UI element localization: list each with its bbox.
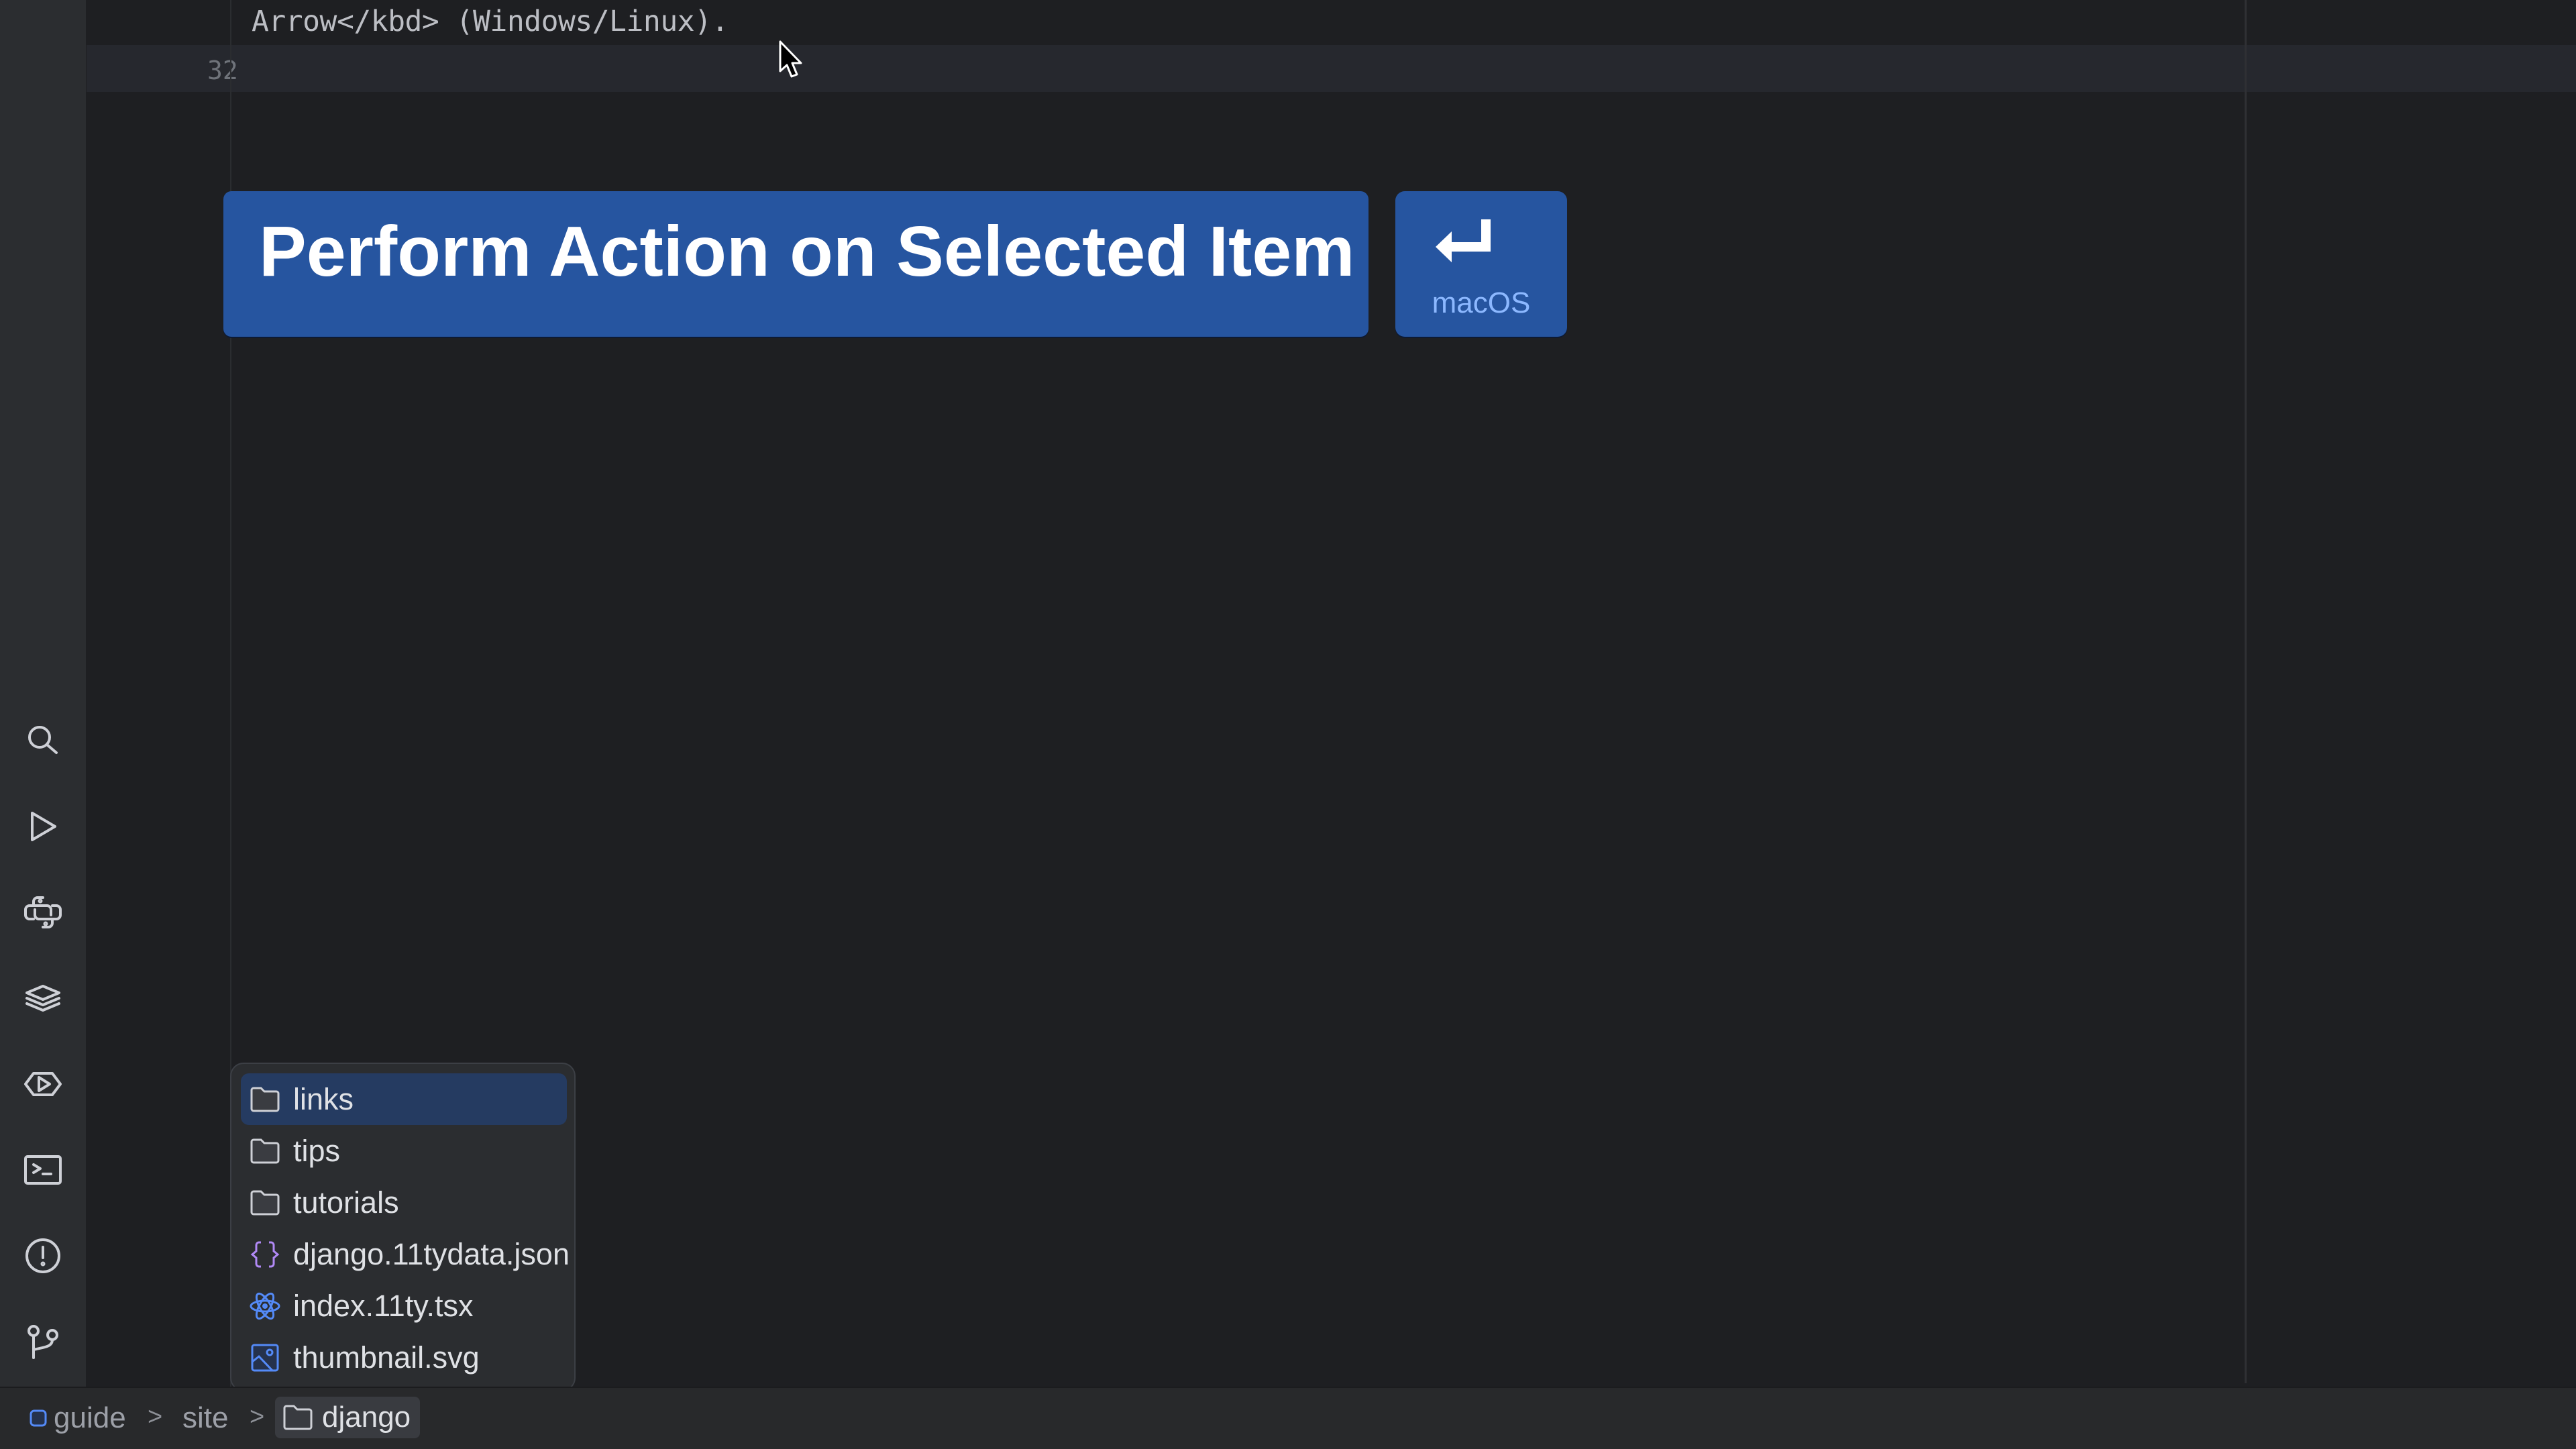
line-number: 32 (207, 56, 238, 85)
breadcrumb-label: django (322, 1401, 411, 1434)
breadcrumb-separator: > (148, 1403, 163, 1431)
code-text: Arrow</kbd> (Windows/Linux). (252, 5, 729, 38)
key-platform-label: macOS (1432, 286, 1531, 319)
return-key-icon (1436, 219, 1491, 262)
shortcut-key-cap: macOS (1395, 191, 1567, 337)
breadcrumb-label: guide (54, 1401, 126, 1434)
breadcrumb-file-popup: links tips tutorials django.11tydata.jso… (230, 1063, 576, 1391)
popup-item-label: tips (293, 1133, 341, 1168)
action-banner: Perform Action on Selected Item (223, 191, 1368, 337)
services-icon[interactable] (24, 1065, 62, 1103)
popup-item-label: thumbnail.svg (293, 1340, 480, 1375)
current-code-line[interactable]: 32 (87, 45, 2576, 92)
folder-icon (249, 1135, 281, 1167)
popup-item-tsx[interactable]: index.11ty.tsx (241, 1280, 567, 1332)
folder-icon (249, 1083, 281, 1116)
terminal-icon[interactable] (24, 1151, 62, 1189)
tool-window-sidebar (0, 0, 87, 1387)
python-console-icon[interactable] (24, 894, 62, 931)
right-margin-guide (2245, 0, 2247, 1383)
image-icon (249, 1342, 281, 1374)
action-title: Perform Action on Selected Item (259, 212, 1355, 291)
breadcrumb-label: site (182, 1401, 229, 1434)
run-icon[interactable] (24, 808, 62, 845)
layers-icon[interactable] (24, 979, 62, 1017)
popup-item-links[interactable]: links (241, 1073, 567, 1125)
problems-icon[interactable] (24, 1237, 62, 1275)
mouse-cursor (779, 40, 802, 78)
popup-item-label: links (293, 1081, 354, 1116)
search-icon[interactable] (24, 722, 62, 759)
popup-item-label: index.11ty.tsx (293, 1288, 474, 1323)
popup-item-json[interactable]: django.11tydata.json (241, 1228, 570, 1280)
json-icon (249, 1238, 281, 1271)
breadcrumb-item-site[interactable]: site (182, 1401, 228, 1435)
status-bar: guide > site > django (0, 1387, 2576, 1449)
git-icon[interactable] (24, 1323, 62, 1360)
folder-icon (249, 1187, 281, 1219)
breadcrumb-item-django[interactable]: django (275, 1397, 421, 1438)
popup-item-tips[interactable]: tips (241, 1125, 567, 1177)
breadcrumb-separator: > (250, 1403, 265, 1431)
react-icon (249, 1290, 281, 1322)
popup-item-label: tutorials (293, 1185, 399, 1220)
popup-item-svg[interactable]: thumbnail.svg (241, 1332, 567, 1383)
popup-item-tutorials[interactable]: tutorials (241, 1177, 567, 1228)
folder-icon (283, 1405, 313, 1430)
breadcrumb-item-guide[interactable]: guide (30, 1401, 126, 1435)
popup-item-label: django.11tydata.json (293, 1236, 570, 1271)
code-line[interactable]: Arrow</kbd> (Windows/Linux). (87, 0, 2576, 46)
module-icon (30, 1409, 47, 1427)
